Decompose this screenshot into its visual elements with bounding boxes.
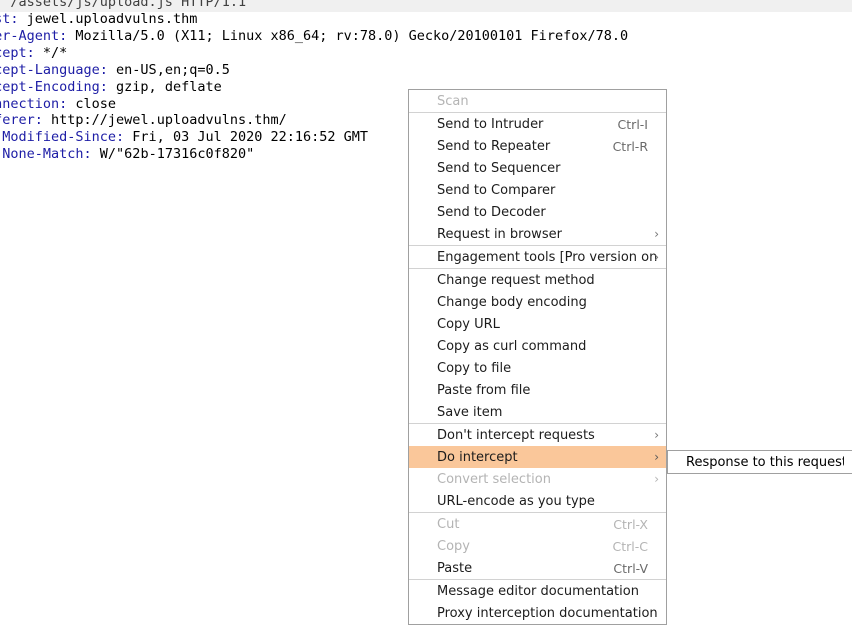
menu-item-label: Save item — [437, 404, 503, 420]
header-value: close — [67, 95, 117, 112]
menu-item-paste-from-file[interactable]: Paste from file — [409, 379, 666, 401]
menu-item-url-encode-as-you-type[interactable]: URL-encode as you type — [409, 490, 666, 512]
menu-item-send-to-comparer[interactable]: Send to Comparer — [409, 179, 666, 201]
menu-item-change-request-method[interactable]: Change request method — [409, 269, 666, 291]
menu-item-label: Paste from file — [437, 382, 531, 398]
menu-item-label: Convert selection — [437, 471, 551, 487]
chevron-right-icon: › — [654, 227, 659, 241]
menu-item-scan: Scan — [409, 90, 666, 112]
menu-item-label: Proxy interception documentation — [437, 605, 658, 621]
menu-item-label: Message editor documentation — [437, 583, 639, 599]
chevron-right-icon: › — [654, 250, 659, 264]
header-name: eferer: — [0, 112, 43, 129]
header-name: ost: — [0, 11, 19, 27]
header-name: ccept-Language: — [0, 61, 108, 78]
menu-item-label: Copy URL — [437, 316, 500, 332]
request-header-line: ccept-Encoding: gzip, deflate — [0, 79, 222, 96]
header-value: http://jewel.uploadvulns.thm/ — [42, 112, 287, 129]
menu-item-label: Copy as curl command — [437, 338, 587, 354]
menu-item-convert-selection: Convert selection › — [409, 468, 666, 490]
header-value: */* — [34, 44, 68, 61]
menu-item-save-item[interactable]: Save item — [409, 401, 666, 423]
request-line: ET /assets/js/upload.js HTTP/1.1 — [0, 0, 247, 10]
menu-item-cut: Cut Ctrl-X — [409, 513, 666, 535]
header-value: W/"62b-17316c0f820" — [91, 146, 255, 163]
menu-item-engagement-tools[interactable]: Engagement tools [Pro version only] › — [409, 246, 666, 268]
do-intercept-submenu[interactable]: Response to this request — [667, 450, 852, 474]
menu-item-send-to-decoder[interactable]: Send to Decoder — [409, 201, 666, 223]
header-value: en-US,en;q=0.5 — [107, 61, 230, 78]
menu-item-label: Send to Decoder — [437, 204, 546, 220]
menu-item-copy-to-file[interactable]: Copy to file — [409, 357, 666, 379]
request-header-line: ccept: */* — [0, 45, 67, 62]
menu-item-request-in-browser[interactable]: Request in browser › — [409, 223, 666, 245]
header-value: Mozilla/5.0 (X11; Linux x86_64; rv:78.0)… — [67, 27, 629, 44]
header-name: f-None-Match: — [0, 146, 92, 163]
header-name: ccept-Encoding: — [0, 78, 108, 95]
menu-item-do-intercept[interactable]: Do intercept › — [409, 446, 666, 468]
header-name: onnection: — [0, 95, 68, 112]
menu-item-copy: Copy Ctrl-C — [409, 535, 666, 557]
request-header-line: onnection: close — [0, 96, 116, 113]
menu-item-proxy-interception-documentation[interactable]: Proxy interception documentation — [409, 602, 666, 624]
request-header-line: f-None-Match: W/"62b-17316c0f820" — [0, 146, 254, 163]
chevron-right-icon: › — [654, 472, 659, 486]
menu-item-label: Send to Intruder — [437, 116, 544, 132]
menu-item-label: Copy to file — [437, 360, 512, 376]
header-name: ser-Agent: — [0, 27, 68, 44]
menu-item-shortcut: Ctrl-V — [613, 560, 648, 576]
menu-item-label: Send to Repeater — [437, 138, 551, 154]
menu-item-shortcut: Ctrl-X — [613, 516, 648, 532]
menu-item-send-to-repeater[interactable]: Send to Repeater Ctrl-R — [409, 135, 666, 157]
menu-item-label: Request in browser — [437, 226, 562, 242]
menu-item-label: Send to Sequencer — [437, 160, 561, 176]
menu-item-label: URL-encode as you type — [437, 493, 595, 509]
menu-item-label: Cut — [437, 516, 460, 532]
menu-item-paste[interactable]: Paste Ctrl-V — [409, 557, 666, 579]
chevron-right-icon: › — [654, 450, 659, 464]
menu-item-message-editor-documentation[interactable]: Message editor documentation — [409, 580, 666, 602]
menu-item-shortcut: Ctrl-R — [612, 138, 648, 154]
header-name: ccept: — [0, 44, 35, 61]
header-value: gzip, deflate — [107, 78, 222, 95]
menu-item-copy-url[interactable]: Copy URL — [409, 313, 666, 335]
request-header-line: ost: jewel.uploadvulns.thm — [0, 11, 197, 28]
menu-item-shortcut: Ctrl-I — [617, 116, 648, 132]
request-header-line: ser-Agent: Mozilla/5.0 (X11; Linux x86_6… — [0, 28, 628, 45]
menu-item-change-body-encoding[interactable]: Change body encoding — [409, 291, 666, 313]
menu-item-label: Copy — [437, 538, 470, 554]
menu-item-label: Engagement tools [Pro version only] — [437, 249, 658, 265]
menu-item-label: Do intercept — [437, 449, 518, 465]
header-value: Fri, 03 Jul 2020 22:16:52 GMT — [124, 129, 369, 146]
chevron-right-icon: › — [654, 428, 659, 442]
header-name: f-Modified-Since: — [0, 129, 125, 146]
menu-item-send-to-intruder[interactable]: Send to Intruder Ctrl-I — [409, 113, 666, 135]
submenu-item-response-to-this-request[interactable]: Response to this request — [668, 451, 852, 473]
menu-item-label: Change request method — [437, 272, 595, 288]
menu-item-shortcut: Ctrl-C — [612, 538, 648, 554]
header-value: jewel.uploadvulns.thm — [18, 11, 198, 27]
menu-item-label: Response to this request — [686, 454, 844, 470]
context-menu[interactable]: Scan Send to Intruder Ctrl-I Send to Repeat… — [408, 89, 667, 625]
menu-item-label: Change body encoding — [437, 294, 587, 310]
menu-item-send-to-sequencer[interactable]: Send to Sequencer — [409, 157, 666, 179]
request-header-line: ccept-Language: en-US,en;q=0.5 — [0, 62, 230, 79]
menu-item-label: Scan — [437, 93, 469, 109]
menu-item-label: Send to Comparer — [437, 182, 556, 198]
menu-item-label: Don't intercept requests — [437, 427, 595, 443]
menu-item-label: Paste — [437, 560, 473, 576]
menu-item-don-t-intercept-requests[interactable]: Don't intercept requests › — [409, 424, 666, 446]
request-header-line: eferer: http://jewel.uploadvulns.thm/ — [0, 112, 287, 129]
menu-item-copy-as-curl-command[interactable]: Copy as curl command — [409, 335, 666, 357]
request-header-line: f-Modified-Since: Fri, 03 Jul 2020 22:16… — [0, 129, 368, 146]
